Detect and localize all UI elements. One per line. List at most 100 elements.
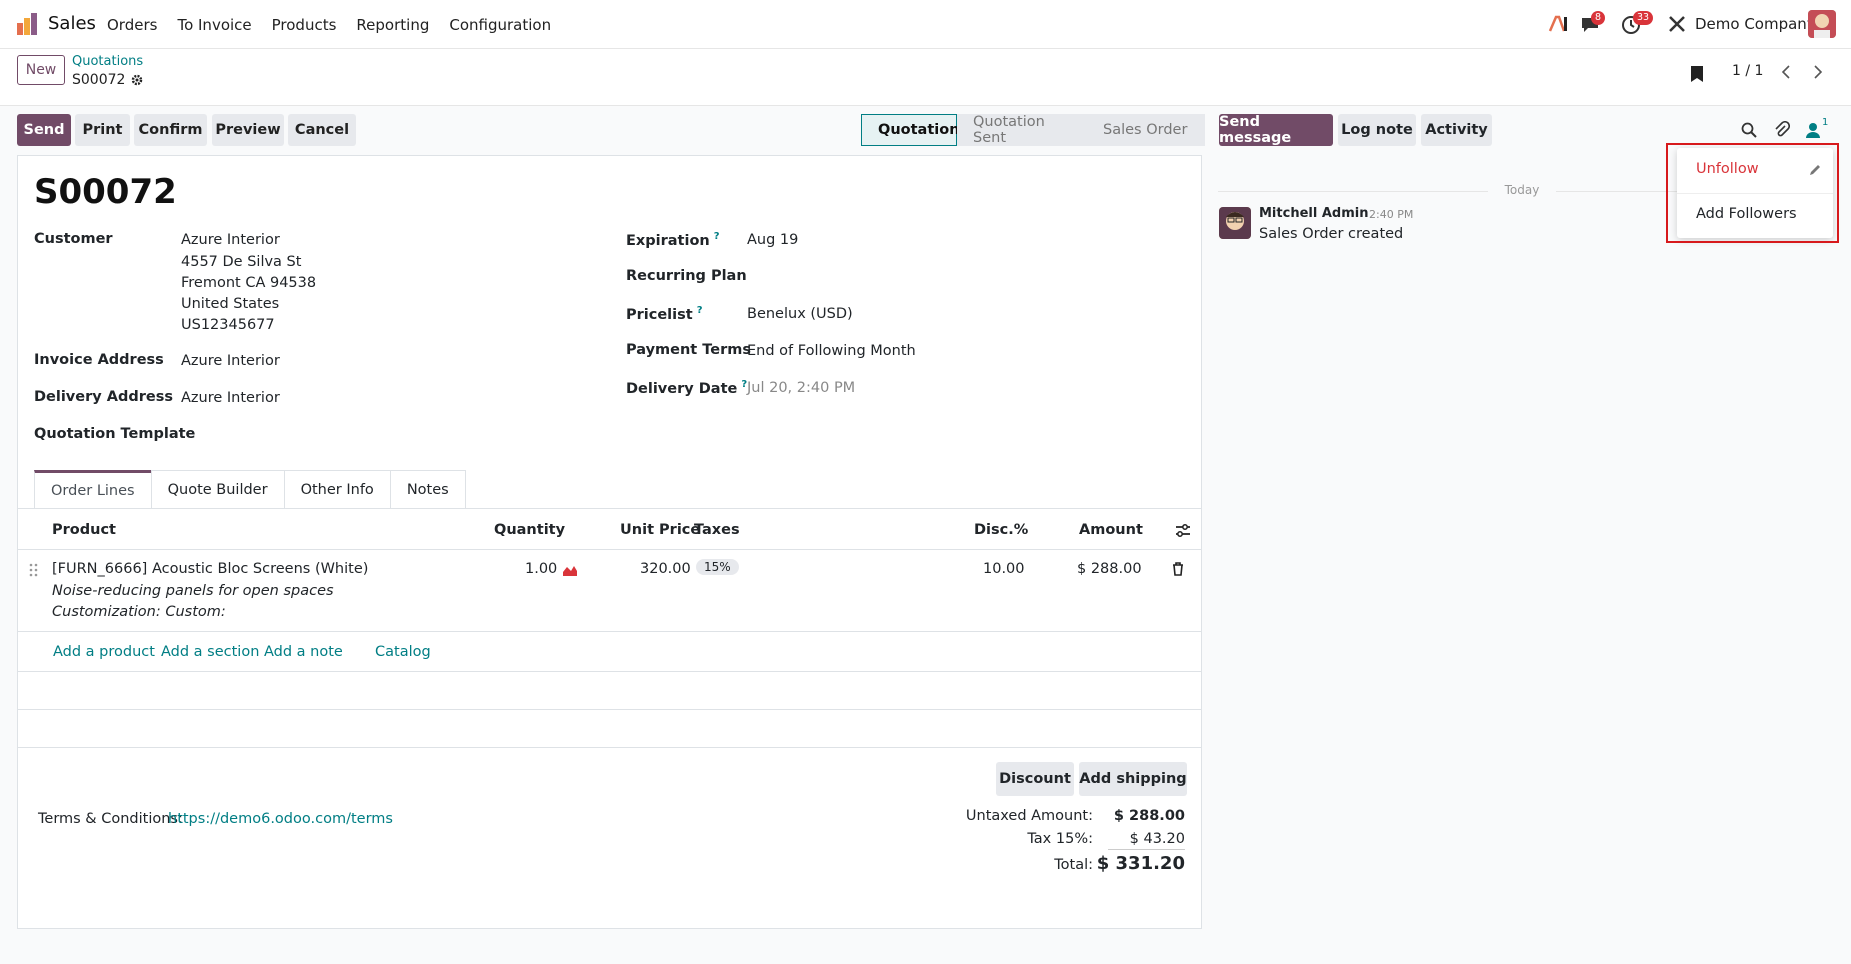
- cancel-button[interactable]: Cancel: [288, 114, 356, 146]
- pager-value[interactable]: 1 / 1: [1732, 63, 1763, 79]
- line-unit-price[interactable]: 320.00: [640, 561, 691, 577]
- top-navbar: Sales Orders To Invoice Products Reporti…: [0, 0, 1851, 49]
- col-taxes[interactable]: Taxes: [694, 522, 740, 538]
- expiration-field[interactable]: Aug 19: [747, 232, 798, 248]
- message-author[interactable]: Mitchell Admin: [1259, 206, 1368, 221]
- payment-terms-field[interactable]: End of Following Month: [747, 343, 916, 359]
- discount-button[interactable]: Discount: [996, 762, 1074, 796]
- delivery-address-field[interactable]: Azure Interior: [181, 390, 280, 406]
- tax-label: Tax 15%:: [1027, 831, 1093, 847]
- company-switcher[interactable]: Demo Company: [1695, 15, 1816, 33]
- followers-icon[interactable]: [1806, 122, 1820, 138]
- message-body: Sales Order created: [1259, 226, 1404, 242]
- breadcrumb-quotations[interactable]: Quotations: [72, 54, 143, 69]
- expiration-label: Expiration?: [626, 231, 720, 249]
- total-divider: [1108, 849, 1185, 850]
- tab-order-lines[interactable]: Order Lines: [34, 470, 152, 508]
- main-menu: Orders To Invoice Products Reporting Con…: [107, 16, 571, 34]
- customer-name[interactable]: Azure Interior: [181, 232, 280, 248]
- add-product-link[interactable]: Add a product: [53, 644, 155, 660]
- col-unit-price[interactable]: Unit Price: [620, 522, 700, 538]
- customer-street: 4557 De Silva St: [181, 254, 302, 270]
- send-message-button[interactable]: Send message: [1219, 114, 1333, 146]
- status-quotation-sent[interactable]: Quotation Sent: [957, 114, 1087, 146]
- confirm-button[interactable]: Confirm: [134, 114, 207, 146]
- log-note-button[interactable]: Log note: [1338, 114, 1416, 146]
- menu-products[interactable]: Products: [272, 16, 337, 34]
- line-product[interactable]: [FURN_6666] Acoustic Bloc Screens (White…: [52, 561, 368, 577]
- line-amount: $ 288.00: [1077, 561, 1142, 577]
- line-description: Noise-reducing panels for open spaces: [52, 583, 334, 599]
- new-button[interactable]: New: [17, 55, 65, 85]
- untaxed-value: $ 288.00: [1113, 808, 1185, 824]
- menu-orders[interactable]: Orders: [107, 16, 157, 34]
- add-section-link[interactable]: Add a section: [161, 644, 259, 660]
- pager-prev-icon[interactable]: [1780, 64, 1792, 80]
- line-tax-badge[interactable]: 15%: [696, 559, 739, 575]
- pager-next-icon[interactable]: [1812, 64, 1824, 80]
- control-panel: [0, 49, 1851, 106]
- forecast-chart-icon[interactable]: [562, 563, 578, 577]
- activities-badge: 33: [1633, 11, 1654, 25]
- delivery-date-label: Delivery Date?: [626, 379, 748, 397]
- tab-other-info[interactable]: Other Info: [283, 470, 391, 508]
- total-value: $ 331.20: [1096, 853, 1185, 874]
- terms-label: Terms & Conditions:: [38, 811, 183, 827]
- delivery-address-label: Delivery Address: [34, 389, 173, 405]
- add-shipping-button[interactable]: Add shipping: [1079, 762, 1187, 796]
- ai-icon[interactable]: [1548, 15, 1568, 33]
- col-amount[interactable]: Amount: [1079, 522, 1143, 538]
- settings-tools-icon[interactable]: [1668, 15, 1686, 33]
- breadcrumb-current: S00072: [72, 72, 143, 88]
- col-quantity[interactable]: Quantity: [494, 522, 565, 538]
- notebook-tabs: Order Lines Quote Builder Other Info Not…: [34, 470, 466, 508]
- status-sales-order[interactable]: Sales Order: [1087, 114, 1205, 146]
- row-divider: [17, 631, 1202, 632]
- tax-value: $ 43.20: [1129, 831, 1185, 847]
- breadcrumb-current-label: S00072: [72, 72, 126, 88]
- invoice-address-label: Invoice Address: [34, 352, 164, 368]
- trash-icon[interactable]: [1172, 562, 1184, 576]
- search-icon[interactable]: [1741, 122, 1757, 138]
- customer-country: United States: [181, 296, 280, 312]
- menu-reporting[interactable]: Reporting: [356, 16, 429, 34]
- tab-notes[interactable]: Notes: [389, 470, 466, 508]
- tab-divider: [17, 508, 1202, 509]
- status-quotation[interactable]: Quotation: [861, 114, 960, 146]
- status-bar: Quotation Quotation Sent Sales Order: [861, 114, 1205, 146]
- tab-quote-builder[interactable]: Quote Builder: [150, 470, 285, 508]
- add-note-link[interactable]: Add a note: [264, 644, 343, 660]
- bookmark-icon[interactable]: [1690, 65, 1704, 83]
- user-avatar[interactable]: [1808, 10, 1836, 38]
- invoice-address-field[interactable]: Azure Interior: [181, 353, 280, 369]
- header-divider: [17, 549, 1202, 550]
- recurring-plan-label: Recurring Plan: [626, 268, 747, 284]
- print-button[interactable]: Print: [75, 114, 130, 146]
- line-discount[interactable]: 10.00: [983, 561, 1025, 577]
- customer-vat: US12345677: [181, 317, 275, 333]
- send-button[interactable]: Send: [17, 114, 71, 146]
- column-settings-icon[interactable]: [1175, 523, 1191, 539]
- quotation-template-label: Quotation Template: [34, 426, 196, 442]
- menu-configuration[interactable]: Configuration: [449, 16, 551, 34]
- total-label: Total:: [1054, 857, 1093, 873]
- paperclip-icon[interactable]: [1774, 121, 1790, 139]
- preview-button[interactable]: Preview: [212, 114, 284, 146]
- sales-app-icon[interactable]: [16, 13, 38, 35]
- catalog-link[interactable]: Catalog: [375, 644, 431, 660]
- line-quantity[interactable]: 1.00: [525, 561, 557, 577]
- row-divider: [17, 709, 1202, 710]
- followers-count: 1: [1822, 117, 1829, 128]
- drag-handle-icon[interactable]: [29, 563, 39, 577]
- col-disc[interactable]: Disc.%: [974, 522, 1028, 538]
- pricelist-field[interactable]: Benelux (USD): [747, 306, 853, 322]
- terms-link[interactable]: https://demo6.odoo.com/terms: [168, 811, 393, 827]
- pricelist-label: Pricelist?: [626, 305, 703, 323]
- activity-button[interactable]: Activity: [1421, 114, 1492, 146]
- col-product[interactable]: Product: [52, 522, 116, 538]
- message-author-avatar[interactable]: [1219, 207, 1251, 239]
- menu-to-invoice[interactable]: To Invoice: [177, 16, 251, 34]
- app-name[interactable]: Sales: [48, 13, 96, 34]
- gear-icon[interactable]: [131, 74, 143, 86]
- delivery-date-field[interactable]: Jul 20, 2:40 PM: [747, 380, 855, 396]
